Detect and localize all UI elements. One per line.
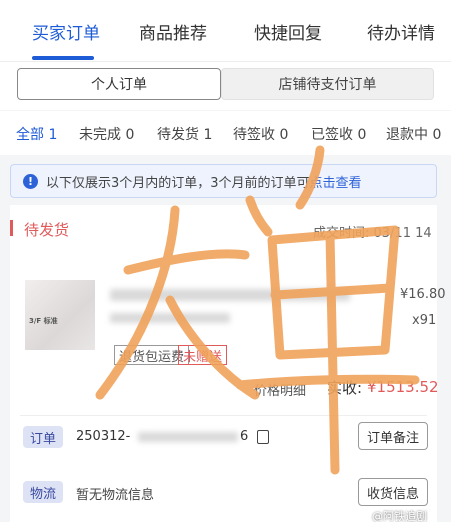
logistics-status: 暂无物流信息: [76, 488, 155, 503]
filter-signed[interactable]: 已签收 0: [311, 124, 366, 144]
logistics-pill: 物流: [23, 481, 64, 503]
order-number-suffix: 6: [240, 429, 249, 444]
order-type-switch: 个人订单 店铺待支付订单: [0, 62, 451, 110]
order-card: 待发货 成交时间: 03/11 14 3/F 标准 ¥16.80 x91 退货包…: [10, 205, 446, 522]
paid-label: 实收:: [327, 379, 363, 397]
order-status: 待发货: [24, 221, 70, 239]
filter-unfinished[interactable]: 未完成 0: [79, 124, 134, 144]
notice-text: 以下仅展示3个月内的订单，3个月前的订单可: [46, 175, 310, 191]
paid-amount: ¥1513.52: [367, 378, 439, 396]
order-number-pill: 订单: [23, 426, 64, 448]
card-divider: [20, 415, 427, 416]
product-thumbnail[interactable]: 3/F 标准: [25, 280, 95, 350]
tab-todo-details[interactable]: 待办详情: [367, 19, 435, 44]
receiving-info-button[interactable]: 收货信息: [358, 478, 429, 506]
tab-quick-reply[interactable]: 快捷回复: [254, 19, 322, 44]
blurred-product-title: [110, 289, 350, 301]
watermark: @阿铁追剧: [372, 510, 427, 522]
order-remark-button[interactable]: 订单备注: [358, 422, 429, 450]
filter-refunding[interactable]: 退款中 0: [386, 124, 441, 144]
product-price: ¥16.80: [400, 287, 446, 302]
order-range-notice: ! 以下仅展示3个月内的订单，3个月前的订单可 点击查看: [10, 164, 437, 198]
gift-status-tag: 未赠送: [178, 345, 228, 365]
thumbnail-brand-text: 3/F 标准: [29, 317, 58, 325]
order-time: 成交时间: 03/11 14: [313, 226, 432, 241]
filter-to-ship[interactable]: 待发货 1: [157, 124, 212, 144]
tab-product-recommend[interactable]: 商品推荐: [139, 19, 207, 44]
status-filter-bar: 全部 1 未完成 0 待发货 1 待签收 0 已签收 0 退款中 0: [0, 111, 451, 155]
filter-all[interactable]: 全部 1: [16, 124, 57, 144]
price-detail-link[interactable]: 价格明细: [254, 380, 306, 399]
personal-orders-toggle[interactable]: 个人订单: [17, 68, 221, 100]
active-tab-indicator: [32, 56, 94, 60]
store-unpaid-orders-toggle[interactable]: 店铺待支付订单: [221, 68, 434, 100]
blurred-order-number: [138, 432, 238, 442]
order-number-prefix: 250312-: [76, 429, 131, 444]
info-icon: !: [23, 173, 38, 189]
copy-icon[interactable]: [257, 430, 269, 444]
blurred-product-spec: [110, 313, 230, 323]
product-quantity: x91: [412, 313, 437, 328]
top-tab-bar: 买家订单 商品推荐 快捷回复 待办详情: [0, 0, 451, 62]
filter-to-sign[interactable]: 待签收 0: [233, 124, 288, 144]
tab-buyer-orders[interactable]: 买家订单: [32, 19, 100, 44]
status-flag: [10, 220, 13, 236]
view-older-orders-link[interactable]: 点击查看: [310, 172, 362, 191]
